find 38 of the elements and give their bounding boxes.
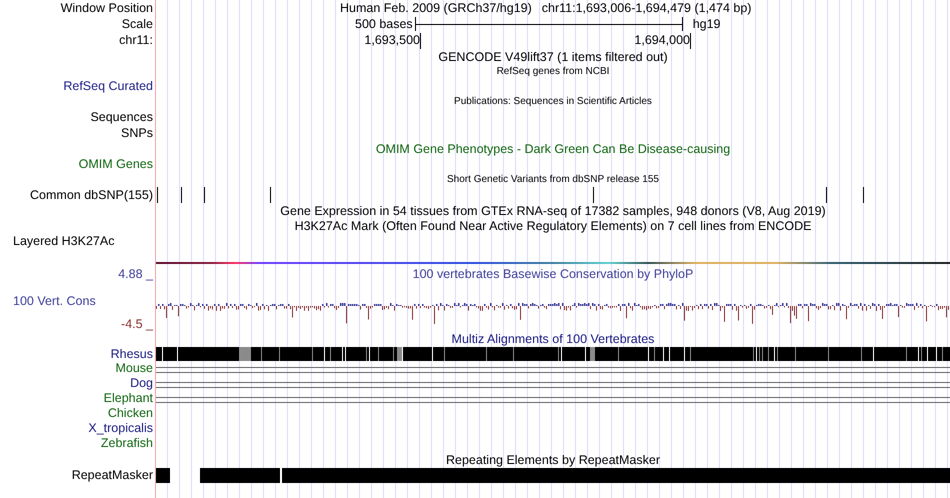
track-title: Publications: Sequences in Scientific Articles bbox=[454, 97, 652, 107]
species-label: Mouse bbox=[115, 362, 153, 375]
track-title: GENCODE V49lift37 (1 items filtered out) bbox=[438, 50, 668, 64]
position-tick bbox=[420, 32, 421, 48]
assembly-name: hg19 bbox=[692, 18, 720, 30]
axis-min-label: -4.5 _ bbox=[121, 318, 153, 330]
species-label: X_tropicalis bbox=[88, 422, 153, 435]
track-title: OMIM Gene Phenotypes - Dark Green Can Be Disease-causing bbox=[376, 142, 730, 156]
assembly-title: Human Feb. 2009 (GRCh37/hg19) bbox=[340, 2, 532, 14]
track-title: Short Genetic Variants from dbSNP release 155 bbox=[447, 174, 659, 184]
track-label: Common dbSNP(155) bbox=[30, 188, 153, 202]
track-title: Gene Expression in 54 tissues from GTEx RNA-seq of 17382 samples, 948 donors (V8, Aug 2019) bbox=[280, 204, 826, 218]
track-label: Window Position bbox=[60, 2, 153, 14]
track-title: H3K27Ac Mark (Often Found Near Active Regulatory Elements) on 7 cell lines from ENCODE bbox=[294, 220, 812, 233]
track-title: 100 vertebrates Basewise Conservation by PhyloP bbox=[412, 268, 694, 280]
track-label: Scale bbox=[122, 18, 153, 30]
track-title: Repeating Elements by RepeatMasker bbox=[446, 454, 660, 466]
axis-max-label: 4.88 _ bbox=[118, 268, 153, 280]
track-title: Multiz Alignments of 100 Vertebrates bbox=[452, 332, 654, 346]
track-label: Sequences bbox=[90, 111, 153, 124]
track-label: Layered H3K27Ac bbox=[13, 235, 114, 248]
track-label: RefSeq Curated bbox=[63, 80, 153, 93]
species-label: Dog bbox=[130, 377, 153, 390]
species-label: Chicken bbox=[108, 407, 153, 420]
position-tick bbox=[690, 32, 691, 48]
position-number: 1,694,000 bbox=[633, 34, 690, 47]
track-label: chr11: bbox=[119, 34, 153, 47]
species-label: Zebrafish bbox=[100, 437, 153, 450]
track-label: OMIM Genes bbox=[78, 158, 153, 171]
scale-length: 500 bases bbox=[355, 18, 413, 30]
track-label: 100 Vert. Cons bbox=[13, 295, 96, 308]
track-label: RepeatMasker bbox=[72, 469, 153, 482]
species-label: Rhesus bbox=[110, 348, 153, 360]
species-label: Elephant bbox=[104, 392, 153, 405]
position-number: 1,693,500 bbox=[363, 34, 420, 47]
track-title: RefSeq genes from NCBI bbox=[496, 67, 610, 77]
track-label: SNPs bbox=[121, 126, 153, 140]
position-range: chr11:1,693,006-1,694,479 (1,474 bp) bbox=[542, 2, 752, 14]
